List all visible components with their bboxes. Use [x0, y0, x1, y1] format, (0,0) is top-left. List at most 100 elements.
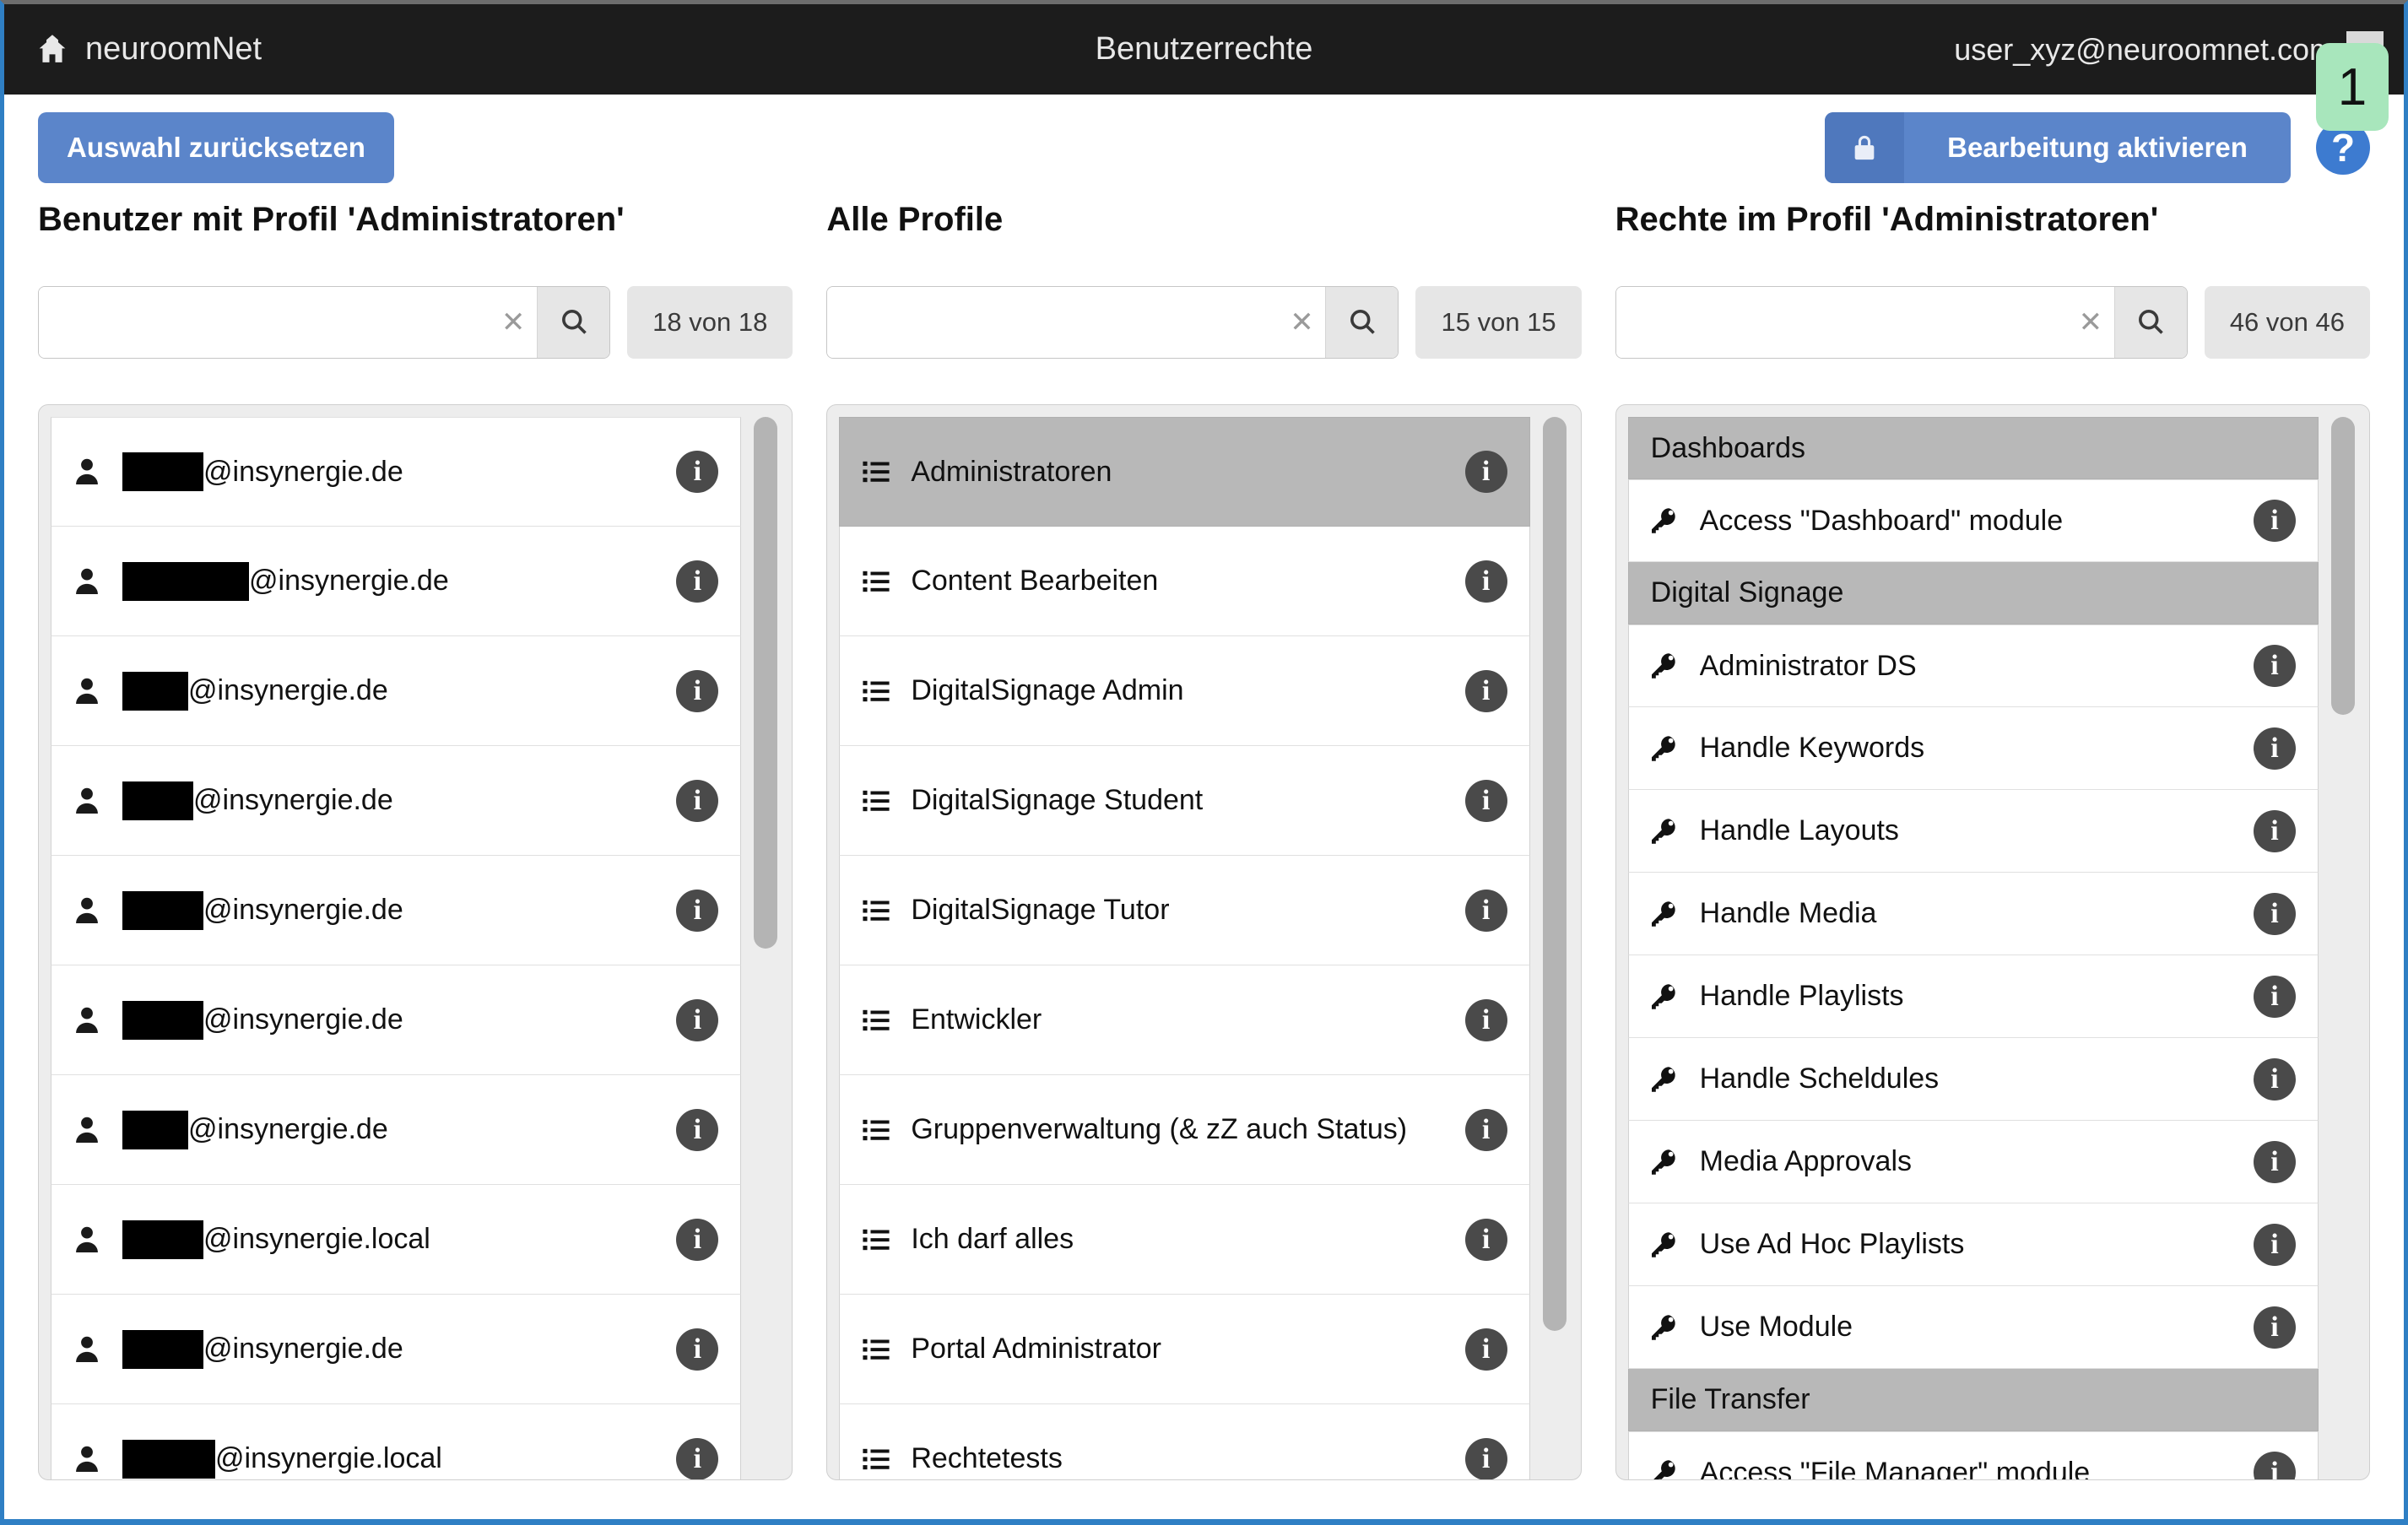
profile-row[interactable]: Rechtetests i	[839, 1404, 1530, 1479]
profile-row[interactable]: Portal Administrator i	[839, 1295, 1530, 1404]
profile-row[interactable]: DigitalSignage Tutor i	[839, 856, 1530, 965]
info-icon[interactable]: i	[1464, 1218, 1507, 1261]
users-search-submit-button[interactable]	[537, 287, 610, 358]
profile-row[interactable]: Ich darf alles i	[839, 1185, 1530, 1295]
info-icon[interactable]: i	[1464, 889, 1507, 932]
info-icon[interactable]: i	[2253, 1223, 2296, 1266]
list-icon	[860, 1335, 897, 1364]
info-icon[interactable]: i	[2253, 975, 2296, 1018]
info-icon[interactable]: i	[676, 1328, 719, 1371]
profile-row[interactable]: DigitalSignage Student i	[839, 746, 1530, 856]
info-icon[interactable]: i	[1464, 779, 1507, 822]
user-row[interactable]: @insynergie.de i	[51, 636, 742, 746]
info-icon[interactable]: i	[676, 998, 719, 1041]
profiles-scrollbar-track[interactable]	[1540, 417, 1569, 1479]
info-icon[interactable]: i	[1464, 998, 1507, 1041]
info-icon[interactable]: i	[1464, 1437, 1507, 1479]
users-column-title: Benutzer mit Profil 'Administratoren'	[38, 201, 625, 238]
user-row[interactable]: @insynergie.de i	[51, 1075, 742, 1185]
right-row[interactable]: Access "File Manager" module i	[1627, 1431, 2319, 1479]
user-row[interactable]: @insynergie.de i	[51, 1295, 742, 1404]
right-row[interactable]: Handle Playlists i	[1627, 955, 2319, 1038]
info-icon[interactable]: i	[2253, 809, 2296, 852]
user-row[interactable]: @insynergie.de i	[51, 746, 742, 856]
key-icon	[1649, 1064, 1686, 1095]
profiles-scrollbar-thumb[interactable]	[1542, 417, 1567, 1331]
right-row[interactable]: Use Module i	[1627, 1286, 2319, 1369]
right-row[interactable]: Media Approvals i	[1627, 1121, 2319, 1203]
users-search-clear-icon[interactable]: ✕	[490, 287, 538, 358]
person-icon	[72, 1442, 109, 1476]
user-row[interactable]: @insynergie.local i	[51, 1404, 742, 1479]
profiles-search-row: ✕ 15 von 15	[826, 286, 1582, 359]
list-icon	[860, 567, 897, 596]
user-row-label: @insynergie.de	[122, 671, 676, 711]
rights-scrollbar-thumb[interactable]	[2330, 417, 2355, 715]
profiles-search-submit-button[interactable]	[1325, 287, 1399, 358]
rights-search-clear-icon[interactable]: ✕	[2066, 287, 2114, 358]
profiles-search-input[interactable]	[827, 287, 1279, 358]
key-icon	[1649, 1457, 1686, 1479]
right-row[interactable]: Handle Media i	[1627, 873, 2319, 955]
user-row[interactable]: @insynergie.local i	[51, 1185, 742, 1295]
right-row[interactable]: Administrator DS i	[1627, 625, 2319, 707]
info-icon[interactable]: i	[2253, 1452, 2296, 1479]
info-icon[interactable]: i	[1464, 1108, 1507, 1151]
right-row[interactable]: Use Ad Hoc Playlists i	[1627, 1203, 2319, 1286]
top-bar: neuroomNet Benutzerrechte user_xyz@neuro…	[4, 4, 2404, 131]
info-icon[interactable]: i	[2253, 727, 2296, 770]
user-domain: @insynergie.de	[193, 784, 393, 816]
brand-home-link[interactable]: neuroomNet	[4, 31, 262, 68]
user-row[interactable]: @insynergie.de i	[51, 417, 742, 527]
user-domain: @insynergie.local	[203, 1223, 430, 1255]
right-row[interactable]: Handle Layouts i	[1627, 790, 2319, 873]
profile-row[interactable]: Entwickler i	[839, 965, 1530, 1075]
user-domain: @insynergie.de	[203, 455, 403, 488]
rights-search-wrap: ✕	[1615, 286, 2188, 359]
users-search-input[interactable]	[39, 287, 490, 358]
rights-scrollbar-track[interactable]	[2329, 417, 2357, 1479]
profile-row[interactable]: DigitalSignage Admin i	[839, 636, 1530, 746]
info-icon[interactable]: i	[1464, 451, 1507, 493]
info-icon[interactable]: i	[2253, 1306, 2296, 1349]
enable-editing-button[interactable]: Bearbeitung aktivieren	[1825, 112, 2291, 183]
info-icon[interactable]: i	[2253, 892, 2296, 935]
info-icon[interactable]: i	[676, 669, 719, 712]
profiles-search-clear-icon[interactable]: ✕	[1278, 287, 1326, 358]
users-scrollbar-thumb[interactable]	[754, 417, 778, 949]
reset-selection-button[interactable]: Auswahl zurücksetzen	[38, 112, 394, 183]
column-users: Benutzer mit Profil 'Administratoren' ✕ …	[38, 201, 793, 1480]
profile-row-selected[interactable]: Administratoren i	[839, 417, 1530, 527]
info-icon[interactable]: i	[676, 451, 719, 493]
profile-row-label: Ich darf alles	[911, 1223, 1074, 1255]
profile-row[interactable]: Gruppenverwaltung (& zZ auch Status) i	[839, 1075, 1530, 1185]
profile-row-label: Administratoren	[911, 455, 1112, 488]
info-icon[interactable]: i	[1464, 1328, 1507, 1371]
user-row[interactable]: @insynergie.de i	[51, 856, 742, 965]
info-icon[interactable]: i	[676, 560, 719, 603]
right-row[interactable]: Access "Dashboard" module i	[1627, 479, 2319, 562]
user-row[interactable]: @insynergie.de i	[51, 527, 742, 636]
search-icon	[559, 306, 589, 339]
info-icon[interactable]: i	[2253, 1057, 2296, 1100]
info-icon[interactable]: i	[2253, 645, 2296, 687]
info-icon[interactable]: i	[1464, 669, 1507, 712]
enable-editing-label: Bearbeitung aktivieren	[1947, 132, 2248, 163]
users-scrollbar-track[interactable]	[751, 417, 780, 1479]
profiles-search-wrap: ✕	[826, 286, 1399, 359]
info-icon[interactable]: i	[676, 1218, 719, 1261]
rights-column-title: Rechte im Profil 'Administratoren'	[1615, 201, 2159, 238]
info-icon[interactable]: i	[2253, 500, 2296, 542]
rights-search-input[interactable]	[1615, 287, 2067, 358]
info-icon[interactable]: i	[2253, 1140, 2296, 1183]
rights-search-submit-button[interactable]	[2113, 287, 2187, 358]
right-row[interactable]: Handle Keywords i	[1627, 707, 2319, 790]
info-icon[interactable]: i	[676, 779, 719, 822]
profile-row[interactable]: Content Bearbeiten i	[839, 527, 1530, 636]
info-icon[interactable]: i	[676, 1108, 719, 1151]
info-icon[interactable]: i	[1464, 560, 1507, 603]
user-row[interactable]: @insynergie.de i	[51, 965, 742, 1075]
info-icon[interactable]: i	[676, 889, 719, 932]
info-icon[interactable]: i	[676, 1437, 719, 1479]
right-row[interactable]: Handle Scheldules i	[1627, 1038, 2319, 1121]
